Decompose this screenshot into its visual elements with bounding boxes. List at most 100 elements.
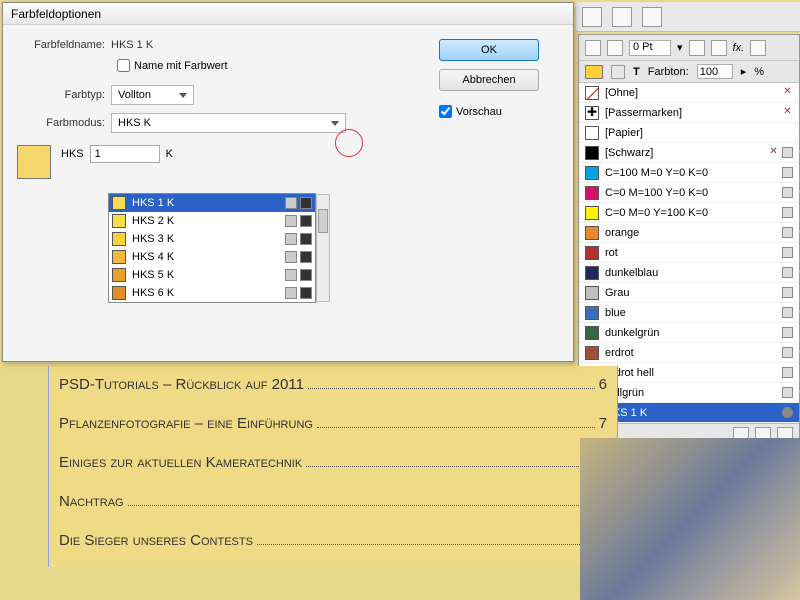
toc-title: Einiges zur aktuellen Kameratechnik: [59, 454, 302, 471]
current-fill-swatch[interactable]: [585, 65, 603, 79]
toolbar-icon[interactable]: [642, 7, 662, 27]
toc-leader: [317, 427, 595, 428]
ok-button[interactable]: OK: [439, 39, 539, 61]
toc-leader: [306, 466, 594, 467]
formatting-affects-icon[interactable]: [611, 65, 625, 79]
swatch-list-item[interactable]: blue: [579, 303, 799, 323]
swatch-item-label: HKS 3 K: [132, 233, 279, 245]
swatch-icon: [585, 166, 599, 180]
swatch-name: dunkelgrün: [605, 327, 776, 339]
swatch-options-dialog: Farbfeldoptionen Farbfeldname: HKS 1 K N…: [2, 2, 574, 362]
color-model-icon: [782, 287, 793, 298]
hks-dropdown-item[interactable]: HKS 1 K: [109, 194, 315, 212]
color-model-icon: [300, 269, 312, 281]
swatch-icon: [112, 232, 126, 246]
spot-icon: [285, 215, 297, 227]
swatch-name: blue: [605, 307, 776, 319]
swatch-list-item[interactable]: [Ohne]✕: [579, 83, 799, 103]
document-page: PSD-Tutorials – Rückblick auf 2011 6 Pfla…: [48, 366, 618, 567]
swatch-list-item[interactable]: C=0 M=100 Y=0 K=0: [579, 183, 799, 203]
name-with-color-input[interactable]: [117, 59, 130, 72]
toc-leader: [128, 505, 595, 506]
swatch-icon: [585, 306, 599, 320]
swatch-icon: [585, 346, 599, 360]
swatch-list-item[interactable]: [Schwarz] ✕: [579, 143, 799, 163]
toc-title: Nachtrag: [59, 493, 124, 510]
hks-dropdown-item[interactable]: HKS 5 K: [109, 266, 315, 284]
color-model-icon: [782, 367, 793, 378]
swatch-list-item[interactable]: [Papier]: [579, 123, 799, 143]
locked-icon: ✕: [782, 87, 793, 98]
swatch-name: rot: [605, 247, 776, 259]
preview-checkbox[interactable]: Vorschau: [439, 105, 559, 118]
swatch-list-item[interactable]: rot: [579, 243, 799, 263]
color-model-icon: [300, 233, 312, 245]
spot-icon: [285, 269, 297, 281]
hks-prefix-label: HKS: [61, 148, 84, 160]
name-with-color-checkbox[interactable]: Name mit Farbwert: [117, 59, 228, 72]
swatch-name: dunkelblau: [605, 267, 776, 279]
registration-swatch-icon: [585, 106, 599, 120]
hks-number-input[interactable]: [90, 145, 160, 163]
color-model-icon: [300, 287, 312, 299]
color-mode-label: Farbmodus:: [17, 117, 111, 129]
toolbar-icon[interactable]: [582, 7, 602, 27]
swatch-name: hellgrün: [605, 387, 776, 399]
dialog-titlebar: Farbfeldoptionen: [3, 3, 573, 25]
swatch-icon: [585, 146, 599, 160]
swatch-name: C=100 M=0 Y=0 K=0: [605, 167, 776, 179]
swatch-list-item[interactable]: C=100 M=0 Y=0 K=0: [579, 163, 799, 183]
toc-leader: [257, 544, 586, 545]
swatch-icon: [585, 326, 599, 340]
hks-dropdown-item[interactable]: HKS 6 K: [109, 284, 315, 302]
swatch-name: C=0 M=100 Y=0 K=0: [605, 187, 776, 199]
swatch-item-label: HKS 5 K: [132, 269, 279, 281]
hks-dropdown-item[interactable]: HKS 2 K: [109, 212, 315, 230]
spot-icon: [285, 251, 297, 263]
color-type-select[interactable]: Vollton: [111, 85, 194, 105]
panel-icon[interactable]: [689, 40, 705, 56]
color-mode-select[interactable]: HKS K: [111, 113, 346, 133]
color-model-icon: [300, 251, 312, 263]
color-type-label: Farbtyp:: [17, 89, 111, 101]
hks-dropdown-item[interactable]: HKS 3 K: [109, 230, 315, 248]
swatch-list-item[interactable]: dunkelblau: [579, 263, 799, 283]
spot-icon: [285, 197, 297, 209]
swatch-name: [Schwarz]: [605, 147, 762, 159]
panel-icon[interactable]: [750, 40, 766, 56]
stroke-style-icon[interactable]: [607, 40, 623, 56]
swatch-icon: [585, 266, 599, 280]
cancel-button[interactable]: Abbrechen: [439, 69, 539, 91]
stroke-weight-field[interactable]: 0 Pt: [629, 40, 671, 56]
swatch-list-item[interactable]: dunkelgrün: [579, 323, 799, 343]
toc-entry: Nachtrag 9: [49, 489, 617, 528]
swatch-list-item[interactable]: C=0 M=0 Y=100 K=0: [579, 203, 799, 223]
swatch-list-item[interactable]: erdrot: [579, 343, 799, 363]
color-model-icon: [782, 347, 793, 358]
toc-page-number: 6: [599, 376, 607, 393]
swatch-icon: [112, 268, 126, 282]
swatch-list-item[interactable]: Grau: [579, 283, 799, 303]
color-model-icon: [300, 197, 312, 209]
swatch-list-item[interactable]: [Passermarken]✕: [579, 103, 799, 123]
none-swatch-icon: [585, 86, 599, 100]
preview-input[interactable]: [439, 105, 452, 118]
toolbar-icon[interactable]: [612, 7, 632, 27]
chevron-down-icon: [331, 121, 339, 126]
color-model-icon: [782, 387, 793, 398]
scrollbar-thumb[interactable]: [318, 209, 328, 233]
toc-title: PSD-Tutorials – Rückblick auf 2011: [59, 376, 304, 393]
panel-icon[interactable]: [711, 40, 727, 56]
swatch-list-item[interactable]: orange: [579, 223, 799, 243]
scrollbar[interactable]: [316, 194, 330, 302]
hks-dropdown-list[interactable]: HKS 1 K HKS 2 K HKS 3 K HKS 4 K HKS 5 K …: [108, 193, 316, 303]
stroke-fill-icon[interactable]: [585, 40, 601, 56]
toc-entry: Pflanzenfotografie – eine Einführung 7: [49, 411, 617, 450]
tint-input[interactable]: [697, 64, 733, 79]
swatch-icon: [112, 214, 126, 228]
tint-label: Farbton:: [648, 66, 689, 78]
hks-dropdown-item[interactable]: HKS 4 K: [109, 248, 315, 266]
locked-icon: ✕: [782, 107, 793, 118]
spot-icon: [782, 407, 793, 418]
locked-icon: ✕: [768, 147, 779, 158]
